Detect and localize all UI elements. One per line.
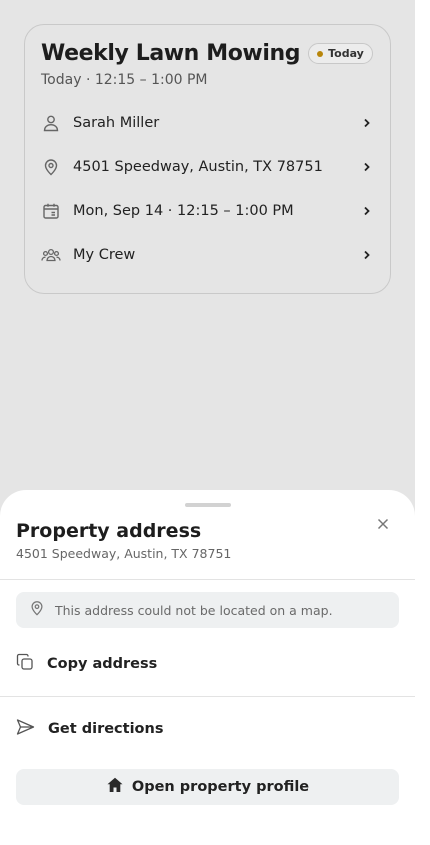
person-icon <box>41 113 61 133</box>
chevron-right-icon <box>360 160 374 174</box>
status-dot <box>317 50 324 57</box>
job-row-label: 4501 Speedway, Austin, TX 78751 <box>73 159 323 175</box>
chevron-right-icon <box>360 116 374 130</box>
job-row-label: Mon, Sep 14 · 12:15 – 1:00 PM <box>73 203 294 219</box>
chevron-right-icon <box>360 248 374 262</box>
job-row-client[interactable]: Sarah Miller <box>41 101 374 145</box>
job-row-schedule[interactable]: Mon, Sep 14 · 12:15 – 1:00 PM <box>41 189 374 233</box>
open-property-profile-button[interactable]: Open property profile <box>16 769 399 805</box>
job-details: Sarah Miller 4501 Speedway, Austin, TX 7… <box>41 101 374 277</box>
job-header: Weekly Lawn Mowing Today Today · 12:15 –… <box>41 41 378 88</box>
job-row-label: Sarah Miller <box>73 115 160 131</box>
status-badge: Today <box>308 43 373 64</box>
status-badge-label: Today <box>328 47 364 60</box>
location-pin-icon <box>41 157 61 177</box>
divider <box>0 579 415 580</box>
drag-handle[interactable] <box>185 503 231 507</box>
divider <box>0 696 415 697</box>
location-pin-icon <box>29 600 45 620</box>
close-button[interactable] <box>373 514 393 534</box>
close-icon <box>377 518 389 530</box>
send-arrow-icon <box>16 718 35 740</box>
job-row-label: My Crew <box>73 247 136 263</box>
job-time: Today · 12:15 – 1:00 PM <box>41 72 208 88</box>
job-card: Weekly Lawn Mowing Today Today · 12:15 –… <box>24 24 391 294</box>
copy-address-button[interactable]: Copy address <box>16 649 399 679</box>
job-title: Weekly Lawn Mowing <box>41 41 301 66</box>
right-edge <box>415 0 430 845</box>
job-row-address[interactable]: 4501 Speedway, Austin, TX 78751 <box>41 145 374 189</box>
chevron-right-icon <box>360 204 374 218</box>
job-title-row: Weekly Lawn Mowing Today <box>41 41 378 66</box>
open-property-profile-label: Open property profile <box>131 779 310 795</box>
sheet-title: Property address <box>16 520 202 542</box>
job-row-crew[interactable]: My Crew <box>41 233 374 277</box>
calendar-icon <box>41 201 61 221</box>
copy-icon <box>16 653 34 675</box>
get-directions-label: Get directions <box>48 721 164 737</box>
copy-address-label: Copy address <box>47 656 158 672</box>
crew-icon <box>41 245 61 265</box>
map-notice: This address could not be located on a m… <box>16 592 399 628</box>
map-notice-text: This address could not be located on a m… <box>55 602 333 618</box>
bottom-sheet: Property address 4501 Speedway, Austin, … <box>0 490 415 845</box>
sheet-address: 4501 Speedway, Austin, TX 78751 <box>16 546 232 561</box>
get-directions-button[interactable]: Get directions <box>16 714 399 744</box>
home-icon <box>106 776 124 798</box>
